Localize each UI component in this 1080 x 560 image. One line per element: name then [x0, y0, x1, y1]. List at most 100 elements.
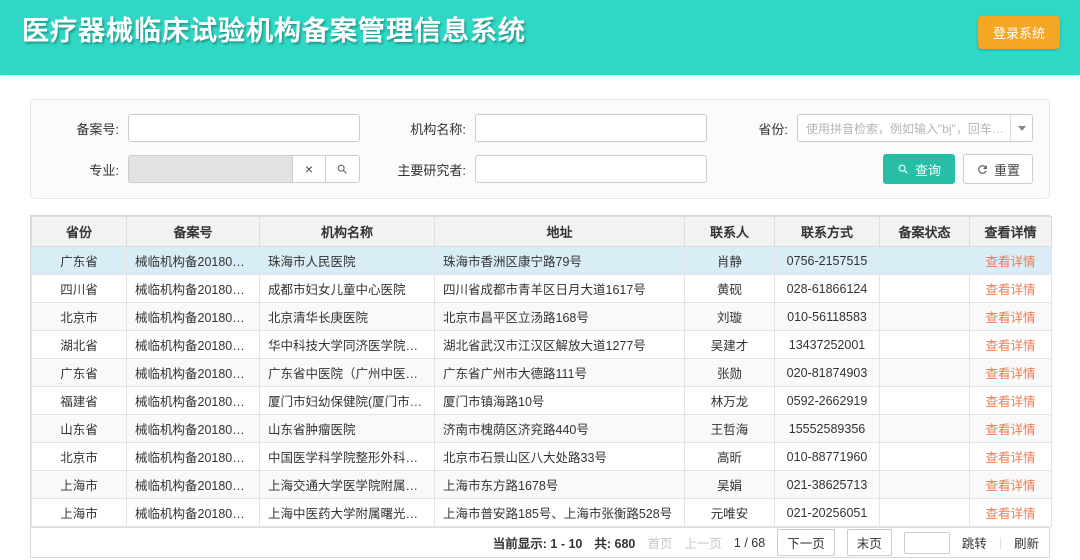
- table-row[interactable]: 北京市 械临机构备201800008 中国医学科学院整形外科医院 北京市石景山区…: [32, 443, 1052, 471]
- detail-link[interactable]: 查看详情: [985, 367, 1035, 381]
- results-table-container: 省份 备案号 机构名称 地址 联系人 联系方式 备案状态 查看详情 广东省 械临…: [30, 215, 1050, 558]
- cell-org-name: 北京清华长庚医院: [260, 303, 435, 331]
- cell-status: [880, 331, 970, 359]
- cell-detail: 查看详情: [970, 415, 1052, 443]
- detail-link[interactable]: 查看详情: [985, 507, 1035, 521]
- cell-contact: 吴娟: [685, 471, 775, 499]
- table-row[interactable]: 广东省 械临机构备201800005 广东省中医院（广州中医药大学第... 广东…: [32, 359, 1052, 387]
- column-header-status: 备案状态: [880, 217, 970, 247]
- cell-province: 湖北省: [32, 331, 127, 359]
- record-no-input[interactable]: [128, 114, 360, 142]
- province-select[interactable]: 使用拼音检索，例如输入"bj"，回车即选...: [797, 114, 1033, 142]
- cell-org-name: 上海交通大学医学院附属上海儿童...: [260, 471, 435, 499]
- cell-phone: 010-88771960: [775, 443, 880, 471]
- researcher-label: 主要研究者:: [380, 160, 466, 179]
- results-table: 省份 备案号 机构名称 地址 联系人 联系方式 备案状态 查看详情 广东省 械临…: [31, 216, 1052, 527]
- chevron-down-icon: [1010, 115, 1032, 141]
- divider: |: [999, 536, 1002, 550]
- detail-link[interactable]: 查看详情: [985, 339, 1035, 353]
- detail-link[interactable]: 查看详情: [985, 479, 1035, 493]
- cell-phone: 021-20256051: [775, 499, 880, 527]
- clear-button[interactable]: ×: [292, 155, 326, 183]
- table-row[interactable]: 湖北省 械临机构备201800004 华中科技大学同济医学院附属协和医院 湖北省…: [32, 331, 1052, 359]
- table-row[interactable]: 广东省 械临机构备201800001 珠海市人民医院 珠海市香洲区康宁路79号 …: [32, 247, 1052, 275]
- cell-contact: 张勋: [685, 359, 775, 387]
- cell-status: [880, 499, 970, 527]
- specialty-search-button[interactable]: [326, 155, 360, 183]
- cell-phone: 0592-2662919: [775, 387, 880, 415]
- cell-province: 广东省: [32, 247, 127, 275]
- cell-detail: 查看详情: [970, 331, 1052, 359]
- refresh-button[interactable]: 刷新: [1014, 533, 1039, 552]
- total-count-label: 共: 680: [594, 533, 635, 552]
- detail-link[interactable]: 查看详情: [985, 255, 1035, 269]
- table-row[interactable]: 上海市 械临机构备201800010 上海中医药大学附属曙光医院 上海市普安路1…: [32, 499, 1052, 527]
- cell-province: 上海市: [32, 471, 127, 499]
- cell-phone: 028-61866124: [775, 275, 880, 303]
- cell-detail: 查看详情: [970, 471, 1052, 499]
- cell-status: [880, 247, 970, 275]
- detail-link[interactable]: 查看详情: [985, 423, 1035, 437]
- cell-status: [880, 303, 970, 331]
- cell-detail: 查看详情: [970, 443, 1052, 471]
- cell-phone: 010-56118583: [775, 303, 880, 331]
- cell-province: 北京市: [32, 303, 127, 331]
- reset-button[interactable]: 重置: [963, 154, 1033, 184]
- cell-org-name: 成都市妇女儿童中心医院: [260, 275, 435, 303]
- login-button[interactable]: 登录系统: [978, 16, 1060, 49]
- province-select-placeholder: 使用拼音检索，例如输入"bj"，回车即选...: [806, 120, 1006, 137]
- org-name-label: 机构名称:: [380, 119, 466, 138]
- cell-address: 厦门市镇海路10号: [435, 387, 685, 415]
- cell-address: 珠海市香洲区康宁路79号: [435, 247, 685, 275]
- table-row[interactable]: 四川省 械临机构备201800002 成都市妇女儿童中心医院 四川省成都市青羊区…: [32, 275, 1052, 303]
- researcher-input[interactable]: [475, 155, 707, 183]
- page-title: 医疗器械临床试验机构备案管理信息系统: [0, 0, 1080, 48]
- cell-address: 湖北省武汉市江汉区解放大道1277号: [435, 331, 685, 359]
- cell-record-no: 械临机构备201800005: [127, 359, 260, 387]
- cell-org-name: 广东省中医院（广州中医药大学第...: [260, 359, 435, 387]
- first-page-button[interactable]: 首页: [647, 533, 672, 552]
- cell-status: [880, 387, 970, 415]
- column-header-contact: 联系人: [685, 217, 775, 247]
- cell-phone: 020-81874903: [775, 359, 880, 387]
- specialty-input-group: ×: [128, 155, 360, 183]
- query-button[interactable]: 查询: [883, 154, 955, 184]
- reset-button-label: 重置: [994, 160, 1020, 179]
- column-header-record-no: 备案号: [127, 217, 260, 247]
- table-row[interactable]: 北京市 械临机构备201800003 北京清华长庚医院 北京市昌平区立汤路168…: [32, 303, 1052, 331]
- cell-province: 北京市: [32, 443, 127, 471]
- cell-status: [880, 415, 970, 443]
- cell-contact: 刘璇: [685, 303, 775, 331]
- pagination-bar: 当前显示: 1 - 10 共: 680 首页 上一页 1 / 68 下一页 末页…: [31, 527, 1049, 557]
- detail-link[interactable]: 查看详情: [985, 311, 1035, 325]
- jump-button[interactable]: 跳转: [962, 533, 987, 552]
- cell-status: [880, 275, 970, 303]
- cell-province: 山东省: [32, 415, 127, 443]
- next-page-button[interactable]: 下一页: [777, 529, 835, 556]
- search-icon: [336, 163, 349, 176]
- cell-contact: 肖静: [685, 247, 775, 275]
- cell-address: 上海市普安路185号、上海市张衡路528号: [435, 499, 685, 527]
- cell-contact: 高昕: [685, 443, 775, 471]
- table-row[interactable]: 山东省 械临机构备201800007 山东省肿瘤医院 济南市槐荫区济兖路440号…: [32, 415, 1052, 443]
- cell-status: [880, 443, 970, 471]
- detail-link[interactable]: 查看详情: [985, 283, 1035, 297]
- last-page-button[interactable]: 末页: [847, 529, 892, 556]
- table-row[interactable]: 福建省 械临机构备201800006 厦门市妇幼保健院(厦门市林巧稚... 厦门…: [32, 387, 1052, 415]
- cell-contact: 王哲海: [685, 415, 775, 443]
- jump-page-input[interactable]: [904, 532, 950, 554]
- detail-link[interactable]: 查看详情: [985, 395, 1035, 409]
- cell-record-no: 械临机构备201800008: [127, 443, 260, 471]
- cell-record-no: 械临机构备201800002: [127, 275, 260, 303]
- prev-page-button[interactable]: 上一页: [684, 533, 722, 552]
- specialty-input[interactable]: [128, 155, 292, 183]
- search-icon: [897, 163, 910, 176]
- cell-org-name: 上海中医药大学附属曙光医院: [260, 499, 435, 527]
- cell-province: 上海市: [32, 499, 127, 527]
- detail-link[interactable]: 查看详情: [985, 451, 1035, 465]
- province-label: 省份:: [758, 119, 788, 138]
- cell-detail: 查看详情: [970, 359, 1052, 387]
- table-row[interactable]: 上海市 械临机构备201800009 上海交通大学医学院附属上海儿童... 上海…: [32, 471, 1052, 499]
- org-name-input[interactable]: [475, 114, 707, 142]
- cell-detail: 查看详情: [970, 499, 1052, 527]
